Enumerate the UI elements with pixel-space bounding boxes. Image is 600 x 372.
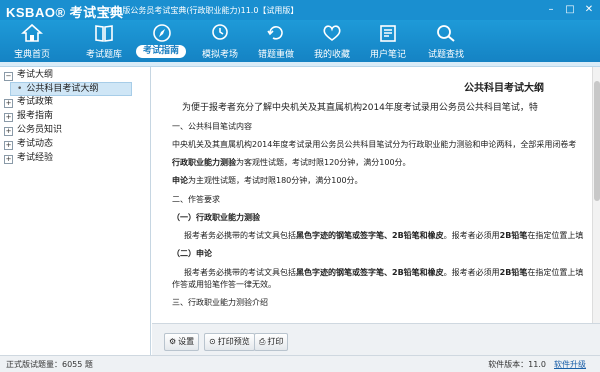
doc-paragraph: 报考者务必携带的考试文具包括黑色字迹的钢笔或签字笔、2B铅笔和橡皮。报考者必须用… xyxy=(184,231,584,240)
toolbar-label: 我的收藏 xyxy=(313,50,350,60)
toolbar-home[interactable]: 宝典首页 xyxy=(2,20,62,62)
compass-icon xyxy=(153,24,171,42)
document-title: 公共科目考试大纲 xyxy=(464,83,544,94)
doc-section-3: 三、行政职业能力测验介绍 xyxy=(172,298,268,307)
version-label: 软件版本：11.0 xyxy=(488,360,546,369)
title-bar: KSBAO® 考试宝典 2014版公务员考试宝典(行政职业能力)11.0【试用版… xyxy=(0,0,600,20)
monitor-icon xyxy=(212,24,228,40)
print-preview-button[interactable]: ⊙ 打印预览 xyxy=(204,333,255,351)
toolbar-label: 考试题库 xyxy=(85,50,122,60)
home-icon xyxy=(21,23,43,42)
toolbar-label: 模拟考场 xyxy=(201,50,238,60)
book-icon xyxy=(95,25,113,42)
heart-icon xyxy=(323,25,341,41)
toolbar-notes[interactable]: 用户笔记 xyxy=(358,20,418,62)
printer-icon: ⎙ xyxy=(259,337,266,346)
toolbar-label: 试题查找 xyxy=(427,50,464,60)
action-bar: ⚙ 设置 ⊙ 打印预览 ⎙ 打印 xyxy=(152,323,600,356)
doc-paragraph: 申论为主观性试题，考试时限180分钟，满分100分。 xyxy=(172,176,363,185)
toolbar-question-bank[interactable]: 考试题库 xyxy=(74,20,134,62)
doc-section-2: 二、作答要求 xyxy=(172,195,220,204)
toolbar-exam-guide[interactable]: 考试指南 xyxy=(132,20,192,62)
tree-item-registration-guide[interactable]: + 报考指南 xyxy=(0,110,53,122)
toolbar-find-question[interactable]: 试题查找 xyxy=(416,20,476,62)
toolbar-label: 用户笔记 xyxy=(369,50,406,60)
question-count: 正式版试题量：6055 题 xyxy=(6,360,93,369)
expand-icon[interactable]: + xyxy=(4,141,13,150)
expand-icon[interactable]: + xyxy=(4,127,13,136)
doc-section-1: 一、公共科目笔试内容 xyxy=(172,122,252,131)
doc-paragraph: 中央机关及其直属机构2014年度考试录用公务员公共科目笔试分为行政职业能力测验和… xyxy=(172,140,577,149)
tree-item-civil-knowledge[interactable]: + 公务员知识 xyxy=(0,124,62,136)
toolbar-label: 考试指南 xyxy=(136,45,186,58)
doc-subsection: （二）申论 xyxy=(172,249,212,258)
toolbar-label: 错题重做 xyxy=(257,50,294,60)
tree-item-exam-news[interactable]: + 考试动态 xyxy=(0,138,53,150)
minimize-button[interactable]: – xyxy=(544,3,558,16)
doc-paragraph: 报考者务必携带的考试文具包括黑色字迹的钢笔或签字笔、2B铅笔和橡皮。报考者必须用… xyxy=(184,268,584,277)
expand-icon[interactable]: + xyxy=(4,113,13,122)
bullet-icon: • xyxy=(17,84,23,94)
guide-tree: − 考试大纲 • 公共科目考试大纲 + 考试政策 + 报考指南 + 公务员知识 + 考试动态… xyxy=(0,67,151,355)
doc-paragraph: 行政职业能力测验为客观性试题，考试时限120分钟，满分100分。 xyxy=(172,158,411,167)
status-bar: 正式版试题量：6055 题 软件版本：11.0 软件升级 xyxy=(0,355,600,372)
tree-item-exam-policy[interactable]: + 考试政策 xyxy=(0,96,53,108)
print-button[interactable]: ⎙ 打印 xyxy=(254,333,289,351)
refresh-icon xyxy=(267,26,283,40)
tree-item-exam-experience[interactable]: + 考试经验 xyxy=(0,152,53,164)
upgrade-link[interactable]: 软件升级 xyxy=(554,360,586,369)
close-button[interactable]: ✕ xyxy=(582,3,596,16)
settings-button[interactable]: ⚙ 设置 xyxy=(164,333,200,351)
scrollbar-thumb[interactable] xyxy=(594,81,600,201)
search-icon xyxy=(437,25,455,42)
preview-icon: ⊙ xyxy=(209,337,216,346)
toolbar-wrong-redo[interactable]: 错题重做 xyxy=(246,20,306,62)
expand-icon[interactable]: + xyxy=(4,155,13,164)
window-title: 2014版公务员考试宝典(行政职业能力)11.0【试用版】 xyxy=(102,6,299,15)
expand-icon[interactable]: + xyxy=(4,99,13,108)
toolbar-label: 宝典首页 xyxy=(13,50,50,60)
toolbar-mock-exam[interactable]: 模拟考场 xyxy=(190,20,250,62)
notes-icon xyxy=(380,25,396,42)
doc-paragraph: 作答或用铅笔作答一律无效。 xyxy=(172,280,276,289)
doc-intro: 为便于报考者充分了解中央机关及其直属机构2014年度考试录用公务员公共科目笔试，… xyxy=(182,103,538,113)
main-toolbar: 宝典首页 考试题库 考试指南 模拟考场 错题重做 我的收藏 用户笔记 试题查找 xyxy=(0,20,600,62)
maximize-button[interactable]: □ xyxy=(563,3,577,16)
gear-icon: ⚙ xyxy=(169,337,177,346)
collapse-icon[interactable]: − xyxy=(4,72,13,81)
vertical-scrollbar[interactable] xyxy=(592,67,600,323)
toolbar-favorites[interactable]: 我的收藏 xyxy=(302,20,362,62)
document-view: 公共科目考试大纲 为便于报考者充分了解中央机关及其直属机构2014年度考试录用公… xyxy=(152,67,592,323)
tree-item-exam-outline[interactable]: − 考试大纲 xyxy=(0,69,53,81)
tree-item-public-outline[interactable]: • 公共科目考试大纲 xyxy=(10,82,132,96)
doc-subsection: （一）行政职业能力测验 xyxy=(172,213,260,222)
